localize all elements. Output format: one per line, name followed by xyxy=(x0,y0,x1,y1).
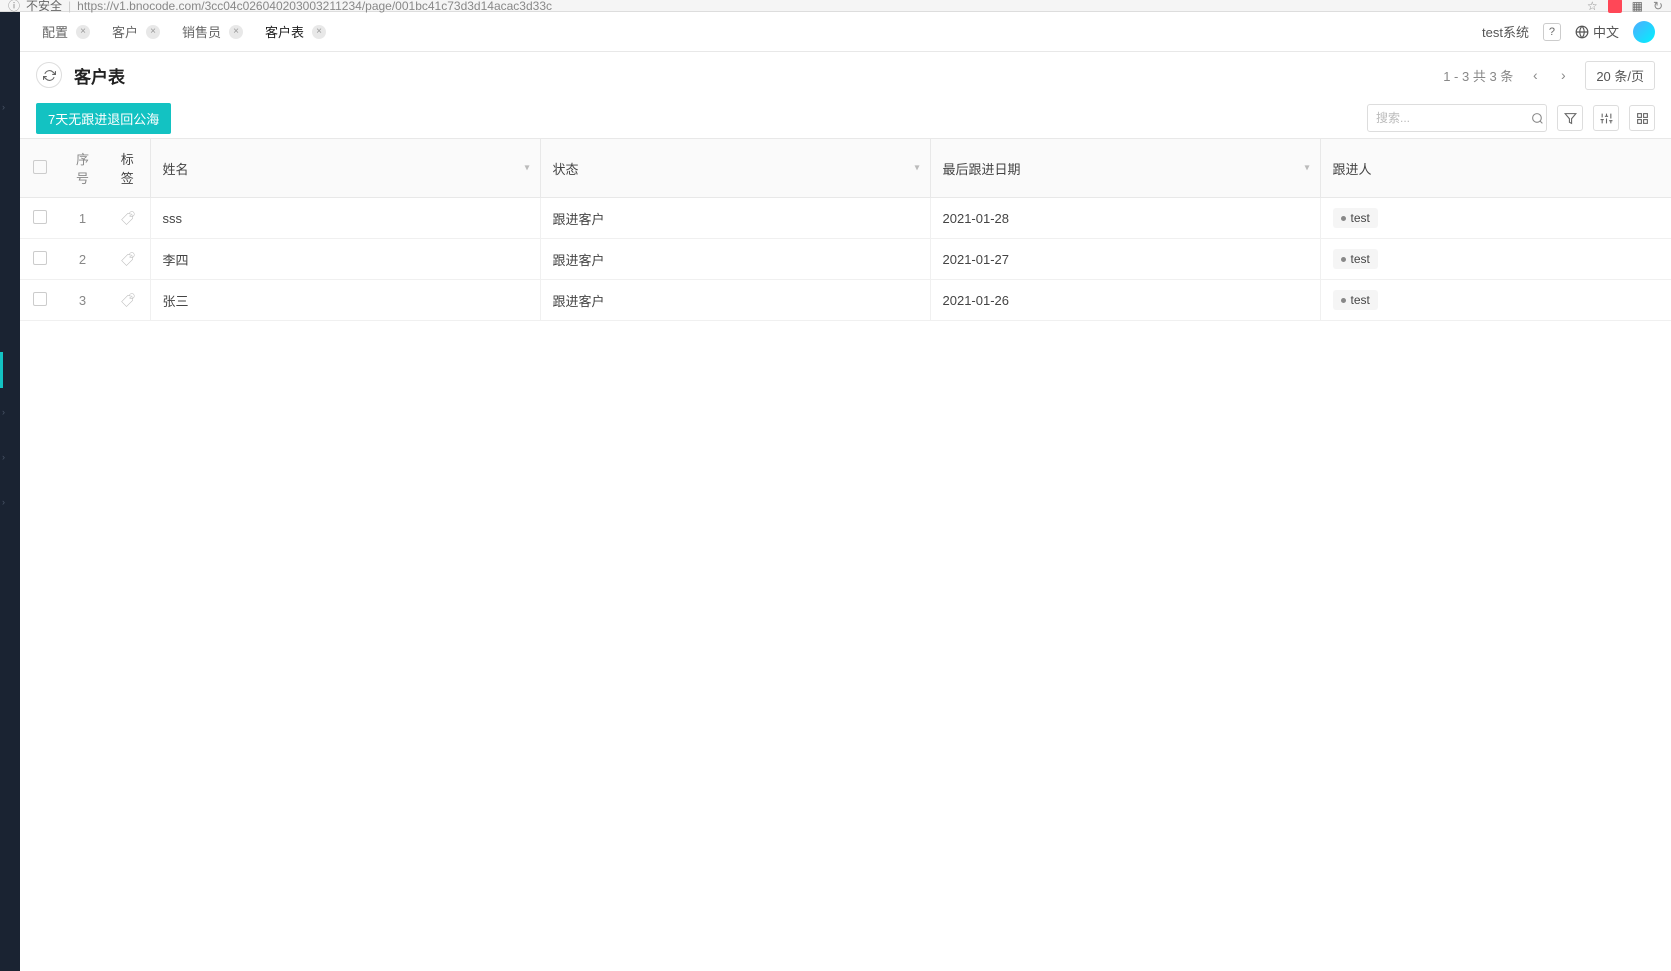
sort-icon[interactable]: ▾ xyxy=(914,163,919,174)
tab-customer-table[interactable]: 客户表 × xyxy=(259,18,332,45)
help-icon[interactable]: ? xyxy=(1543,23,1561,41)
globe-icon xyxy=(1575,25,1589,39)
customer-table: 序号 标签 姓名 ▾ 状态 ▾ 最后跟进日期 ▾ xyxy=(20,138,1671,321)
sort-icon[interactable]: ▾ xyxy=(524,163,529,174)
assignee-chip: test xyxy=(1333,208,1378,228)
close-icon[interactable]: × xyxy=(146,25,160,39)
assignee-chip: test xyxy=(1333,249,1378,269)
search-box[interactable] xyxy=(1367,104,1547,132)
cell-assignee: test xyxy=(1320,198,1671,239)
cell-date: 2021-01-28 xyxy=(930,198,1320,239)
return-to-pool-button[interactable]: 7天无跟进退回公海 xyxy=(36,103,171,134)
tab-label: 客户 xyxy=(112,22,138,41)
tag-icon[interactable]: 🏷 xyxy=(119,251,135,268)
layout-icon xyxy=(1636,112,1649,125)
layout-button[interactable] xyxy=(1629,105,1655,131)
tag-icon[interactable]: 🏷 xyxy=(119,292,135,309)
cell-name: sss xyxy=(150,198,540,239)
row-checkbox[interactable] xyxy=(33,251,47,265)
header-status[interactable]: 状态 ▾ xyxy=(540,139,930,198)
action-bar: 7天无跟进退回公海 xyxy=(20,98,1671,138)
next-page-button[interactable]: › xyxy=(1553,65,1573,85)
browser-more-icon[interactable]: ↻ xyxy=(1653,0,1663,13)
cell-status: 跟进客户 xyxy=(540,239,930,280)
tab-bar: 配置 × 客户 × 销售员 × 客户表 × test系统 ? xyxy=(20,12,1671,52)
language-label: 中文 xyxy=(1593,22,1619,41)
cell-date: 2021-01-27 xyxy=(930,239,1320,280)
sidebar-chevron-icon[interactable]: › xyxy=(2,497,5,507)
cell-seq: 1 xyxy=(60,198,105,239)
extension-icon[interactable] xyxy=(1608,0,1622,13)
table-row[interactable]: 2 🏷 李四 跟进客户 2021-01-27 test xyxy=(20,239,1671,280)
cell-status: 跟进客户 xyxy=(540,198,930,239)
tag-icon[interactable]: 🏷 xyxy=(119,210,135,227)
tab-customer[interactable]: 客户 × xyxy=(106,18,166,45)
left-sidebar: › › › › xyxy=(0,12,20,971)
cell-assignee: test xyxy=(1320,280,1671,321)
extensions-menu-icon[interactable]: ▦ xyxy=(1632,0,1643,13)
search-input[interactable] xyxy=(1376,111,1531,125)
language-switch[interactable]: 中文 xyxy=(1575,22,1619,41)
filter-button[interactable] xyxy=(1557,105,1583,131)
cell-status: 跟进客户 xyxy=(540,280,930,321)
bookmark-icon[interactable]: ☆ xyxy=(1587,0,1598,13)
search-icon[interactable] xyxy=(1531,112,1544,125)
cell-name: 张三 xyxy=(150,280,540,321)
tab-label: 销售员 xyxy=(182,22,221,41)
filter-icon xyxy=(1564,112,1577,125)
tab-label: 配置 xyxy=(42,22,68,41)
row-checkbox[interactable] xyxy=(33,292,47,306)
close-icon[interactable]: × xyxy=(76,25,90,39)
table-row[interactable]: 1 🏷 sss 跟进客户 2021-01-28 test xyxy=(20,198,1671,239)
tab-config[interactable]: 配置 × xyxy=(36,18,96,45)
refresh-icon xyxy=(43,69,56,82)
table-row[interactable]: 3 🏷 张三 跟进客户 2021-01-26 test xyxy=(20,280,1671,321)
close-icon[interactable]: × xyxy=(229,25,243,39)
header-checkbox[interactable] xyxy=(20,139,60,198)
close-icon[interactable]: × xyxy=(312,25,326,39)
tab-salesperson[interactable]: 销售员 × xyxy=(176,18,249,45)
url-text: https://v1.bnocode.com/3cc04c02604020300… xyxy=(77,0,1587,13)
system-name: test系统 xyxy=(1482,22,1529,41)
header-tag[interactable]: 标签 xyxy=(105,139,150,198)
cell-assignee: test xyxy=(1320,239,1671,280)
prev-page-button[interactable]: ‹ xyxy=(1525,65,1545,85)
page-title: 客户表 xyxy=(74,63,1431,88)
sort-icon[interactable]: ▾ xyxy=(1304,163,1309,174)
sliders-icon xyxy=(1600,112,1613,125)
browser-address-bar: ⓘ 不安全 | https://v1.bnocode.com/3cc04c026… xyxy=(0,0,1671,12)
avatar[interactable] xyxy=(1633,21,1655,43)
page-toolbar: 客户表 1 - 3 共 3 条 ‹ › 20 条/页 xyxy=(20,52,1671,98)
header-date[interactable]: 最后跟进日期 ▾ xyxy=(930,139,1320,198)
cell-seq: 2 xyxy=(60,239,105,280)
sidebar-active-indicator xyxy=(0,352,3,388)
refresh-button[interactable] xyxy=(36,62,62,88)
header-seq[interactable]: 序号 xyxy=(60,139,105,198)
header-name[interactable]: 姓名 ▾ xyxy=(150,139,540,198)
sidebar-chevron-icon[interactable]: › xyxy=(2,102,5,112)
assignee-chip: test xyxy=(1333,290,1378,310)
cell-name: 李四 xyxy=(150,239,540,280)
page-size-select[interactable]: 20 条/页 xyxy=(1585,61,1655,90)
tab-label: 客户表 xyxy=(265,22,304,41)
sidebar-chevron-icon[interactable]: › xyxy=(2,452,5,462)
settings-columns-button[interactable] xyxy=(1593,105,1619,131)
header-assignee[interactable]: 跟进人 xyxy=(1320,139,1671,198)
cell-seq: 3 xyxy=(60,280,105,321)
sidebar-chevron-icon[interactable]: › xyxy=(2,407,5,417)
row-checkbox[interactable] xyxy=(33,210,47,224)
cell-date: 2021-01-26 xyxy=(930,280,1320,321)
pagination-info: 1 - 3 共 3 条 xyxy=(1443,66,1513,85)
data-table-wrap: 序号 标签 姓名 ▾ 状态 ▾ 最后跟进日期 ▾ xyxy=(20,138,1671,971)
